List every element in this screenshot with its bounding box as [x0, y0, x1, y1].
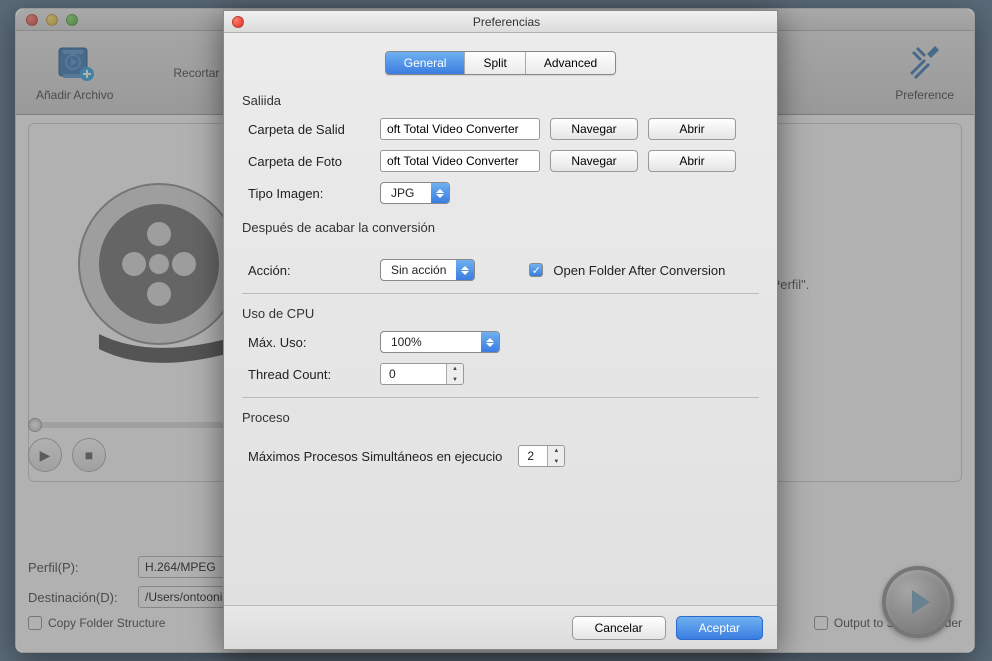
- stepper-down-icon[interactable]: ▼: [548, 456, 564, 467]
- max-uso-value: 100%: [381, 335, 481, 349]
- pref-tabs: General Split Advanced: [224, 51, 777, 75]
- max-procesos-value: 2: [519, 449, 547, 463]
- tab-split[interactable]: Split: [465, 52, 525, 74]
- tipo-imagen-label: Tipo Imagen:: [248, 186, 370, 201]
- pref-footer: Cancelar Aceptar: [224, 605, 777, 649]
- salida-folder-label: Carpeta de Salid: [248, 122, 370, 137]
- foto-folder-input[interactable]: [380, 150, 540, 172]
- salida-folder-input[interactable]: [380, 118, 540, 140]
- max-uso-label: Máx. Uso:: [248, 335, 370, 350]
- max-procesos-stepper[interactable]: 2 ▲▼: [518, 445, 565, 467]
- thread-count-label: Thread Count:: [248, 367, 370, 382]
- section-proceso: Proceso: [242, 410, 753, 425]
- stepper-down-icon[interactable]: ▼: [447, 374, 463, 385]
- chevron-updown-icon: [481, 332, 499, 352]
- chevron-updown-icon: [431, 183, 449, 203]
- salida-navegar-button[interactable]: Navegar: [550, 118, 638, 140]
- section-salida: Saliida: [242, 93, 753, 108]
- separator: [242, 397, 759, 398]
- foto-navegar-button[interactable]: Navegar: [550, 150, 638, 172]
- accion-select[interactable]: Sin acción: [380, 259, 475, 281]
- preferences-dialog: Preferencias General Split Advanced Sali…: [223, 10, 778, 650]
- accion-label: Acción:: [248, 263, 370, 278]
- thread-count-value: 0: [381, 367, 446, 381]
- accept-button[interactable]: Aceptar: [676, 616, 763, 640]
- stepper-up-icon[interactable]: ▲: [548, 445, 564, 456]
- tipo-imagen-select[interactable]: JPG: [380, 182, 450, 204]
- cancel-button[interactable]: Cancelar: [572, 616, 666, 640]
- open-after-label: Open Folder After Conversion: [553, 263, 725, 278]
- stepper-up-icon[interactable]: ▲: [447, 363, 463, 374]
- accion-value: Sin acción: [381, 263, 456, 277]
- foto-abrir-button[interactable]: Abrir: [648, 150, 736, 172]
- tipo-imagen-value: JPG: [381, 186, 431, 200]
- close-dialog-icon[interactable]: [232, 16, 244, 28]
- tab-general[interactable]: General: [386, 52, 466, 74]
- salida-abrir-button[interactable]: Abrir: [648, 118, 736, 140]
- section-cpu: Uso de CPU: [242, 306, 753, 321]
- chevron-updown-icon: [456, 260, 474, 280]
- thread-count-stepper[interactable]: 0 ▲▼: [380, 363, 464, 385]
- tab-advanced[interactable]: Advanced: [526, 52, 615, 74]
- open-after-checkbox[interactable]: ✓: [529, 263, 543, 277]
- pref-body: Saliida Carpeta de Salid Navegar Abrir C…: [224, 93, 777, 467]
- section-despues: Después de acabar la conversión: [242, 220, 753, 235]
- max-procesos-label: Máximos Procesos Simultáneos en ejecucio: [248, 449, 502, 464]
- separator: [242, 293, 759, 294]
- foto-folder-label: Carpeta de Foto: [248, 154, 370, 169]
- pref-titlebar: Preferencias: [224, 11, 777, 33]
- pref-title: Preferencias: [244, 15, 769, 29]
- max-uso-select[interactable]: 100%: [380, 331, 500, 353]
